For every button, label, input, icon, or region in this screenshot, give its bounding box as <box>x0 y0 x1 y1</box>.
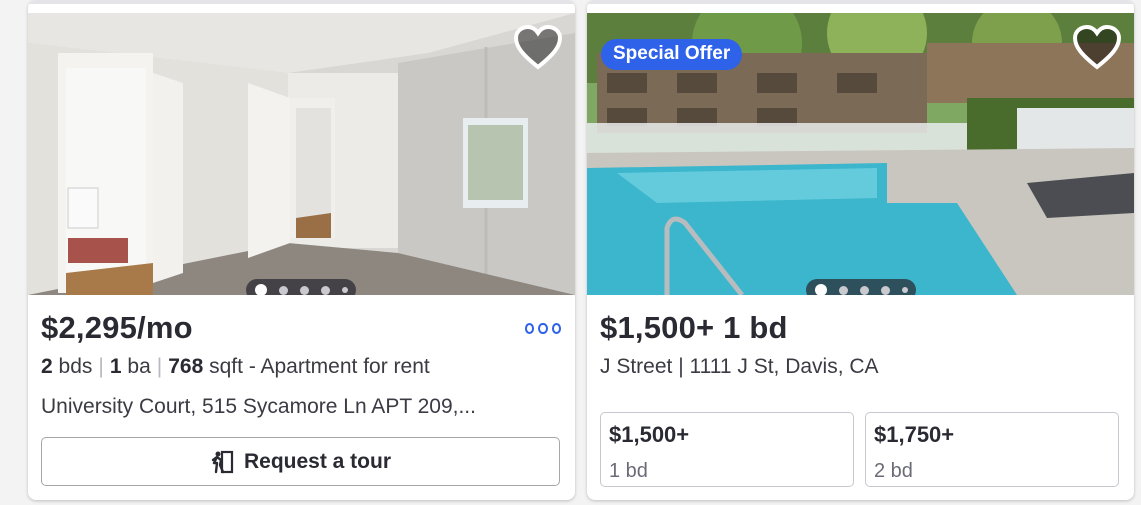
carousel-dot[interactable] <box>814 284 827 295</box>
listing-photo[interactable] <box>28 13 575 295</box>
sqft-unit: sqft <box>209 355 243 378</box>
request-tour-button[interactable]: Request a tour <box>41 437 560 486</box>
unit-option-2bd[interactable]: $1,750+ 2 bd <box>865 412 1119 487</box>
listing-card-j-street[interactable]: Special Offer $1,500+ 1 bd J Street | 11… <box>587 0 1134 500</box>
photo-carousel-dots[interactable] <box>246 279 356 295</box>
card-top-edge <box>28 0 575 4</box>
carousel-dot[interactable] <box>254 284 267 295</box>
beds-unit: bds <box>58 355 93 378</box>
favorite-heart-icon[interactable] <box>1072 25 1122 71</box>
listing-address[interactable]: J Street | 1111 J St, Davis, CA <box>600 355 879 379</box>
unit-price: $1,500+ <box>609 422 690 447</box>
listing-price[interactable]: $1,500+ 1 bd <box>600 310 788 346</box>
unit-price: $1,750+ <box>874 422 955 447</box>
carousel-dot[interactable] <box>838 285 848 295</box>
listing-photo[interactable]: Special Offer <box>587 13 1134 295</box>
listing-facts: 2 bds | 1 ba | 768 sqft - Apartment for rent <box>41 355 430 379</box>
carousel-dot[interactable] <box>341 287 348 293</box>
carousel-dot[interactable] <box>278 285 288 295</box>
baths-unit: ba <box>127 355 151 378</box>
carousel-dot[interactable] <box>299 285 309 295</box>
separator: | <box>98 355 104 378</box>
listing-price[interactable]: $2,295/mo <box>41 310 193 346</box>
carousel-dot[interactable] <box>859 285 869 295</box>
carousel-dot[interactable] <box>880 285 890 295</box>
walking-person-door-icon <box>211 450 234 473</box>
photo-carousel-dots[interactable] <box>806 279 916 295</box>
baths-count: 1 <box>109 355 122 378</box>
favorite-heart-icon[interactable] <box>513 25 563 71</box>
listing-address[interactable]: University Court, 515 Sycamore Ln APT 20… <box>41 395 476 419</box>
property-type: - Apartment for rent <box>248 355 430 378</box>
separator: | <box>156 355 163 378</box>
request-tour-label: Request a tour <box>243 449 392 473</box>
unit-beds: 1 bd <box>609 460 648 482</box>
more-options-icon[interactable] <box>525 321 561 335</box>
sqft-count: 768 <box>168 355 204 378</box>
carousel-dot[interactable] <box>901 287 908 293</box>
special-offer-badge: Special Offer <box>601 39 743 70</box>
beds-count: 2 <box>41 355 53 378</box>
apartment-interior-image <box>28 13 575 295</box>
carousel-dot[interactable] <box>320 285 330 295</box>
card-top-edge <box>587 0 1134 4</box>
unit-option-1bd[interactable]: $1,500+ 1 bd <box>600 412 854 487</box>
unit-beds: 2 bd <box>874 460 913 482</box>
listing-card-university-court[interactable]: $2,295/mo 2 bds | 1 ba | 768 sqft - Apartmen… <box>28 0 575 500</box>
